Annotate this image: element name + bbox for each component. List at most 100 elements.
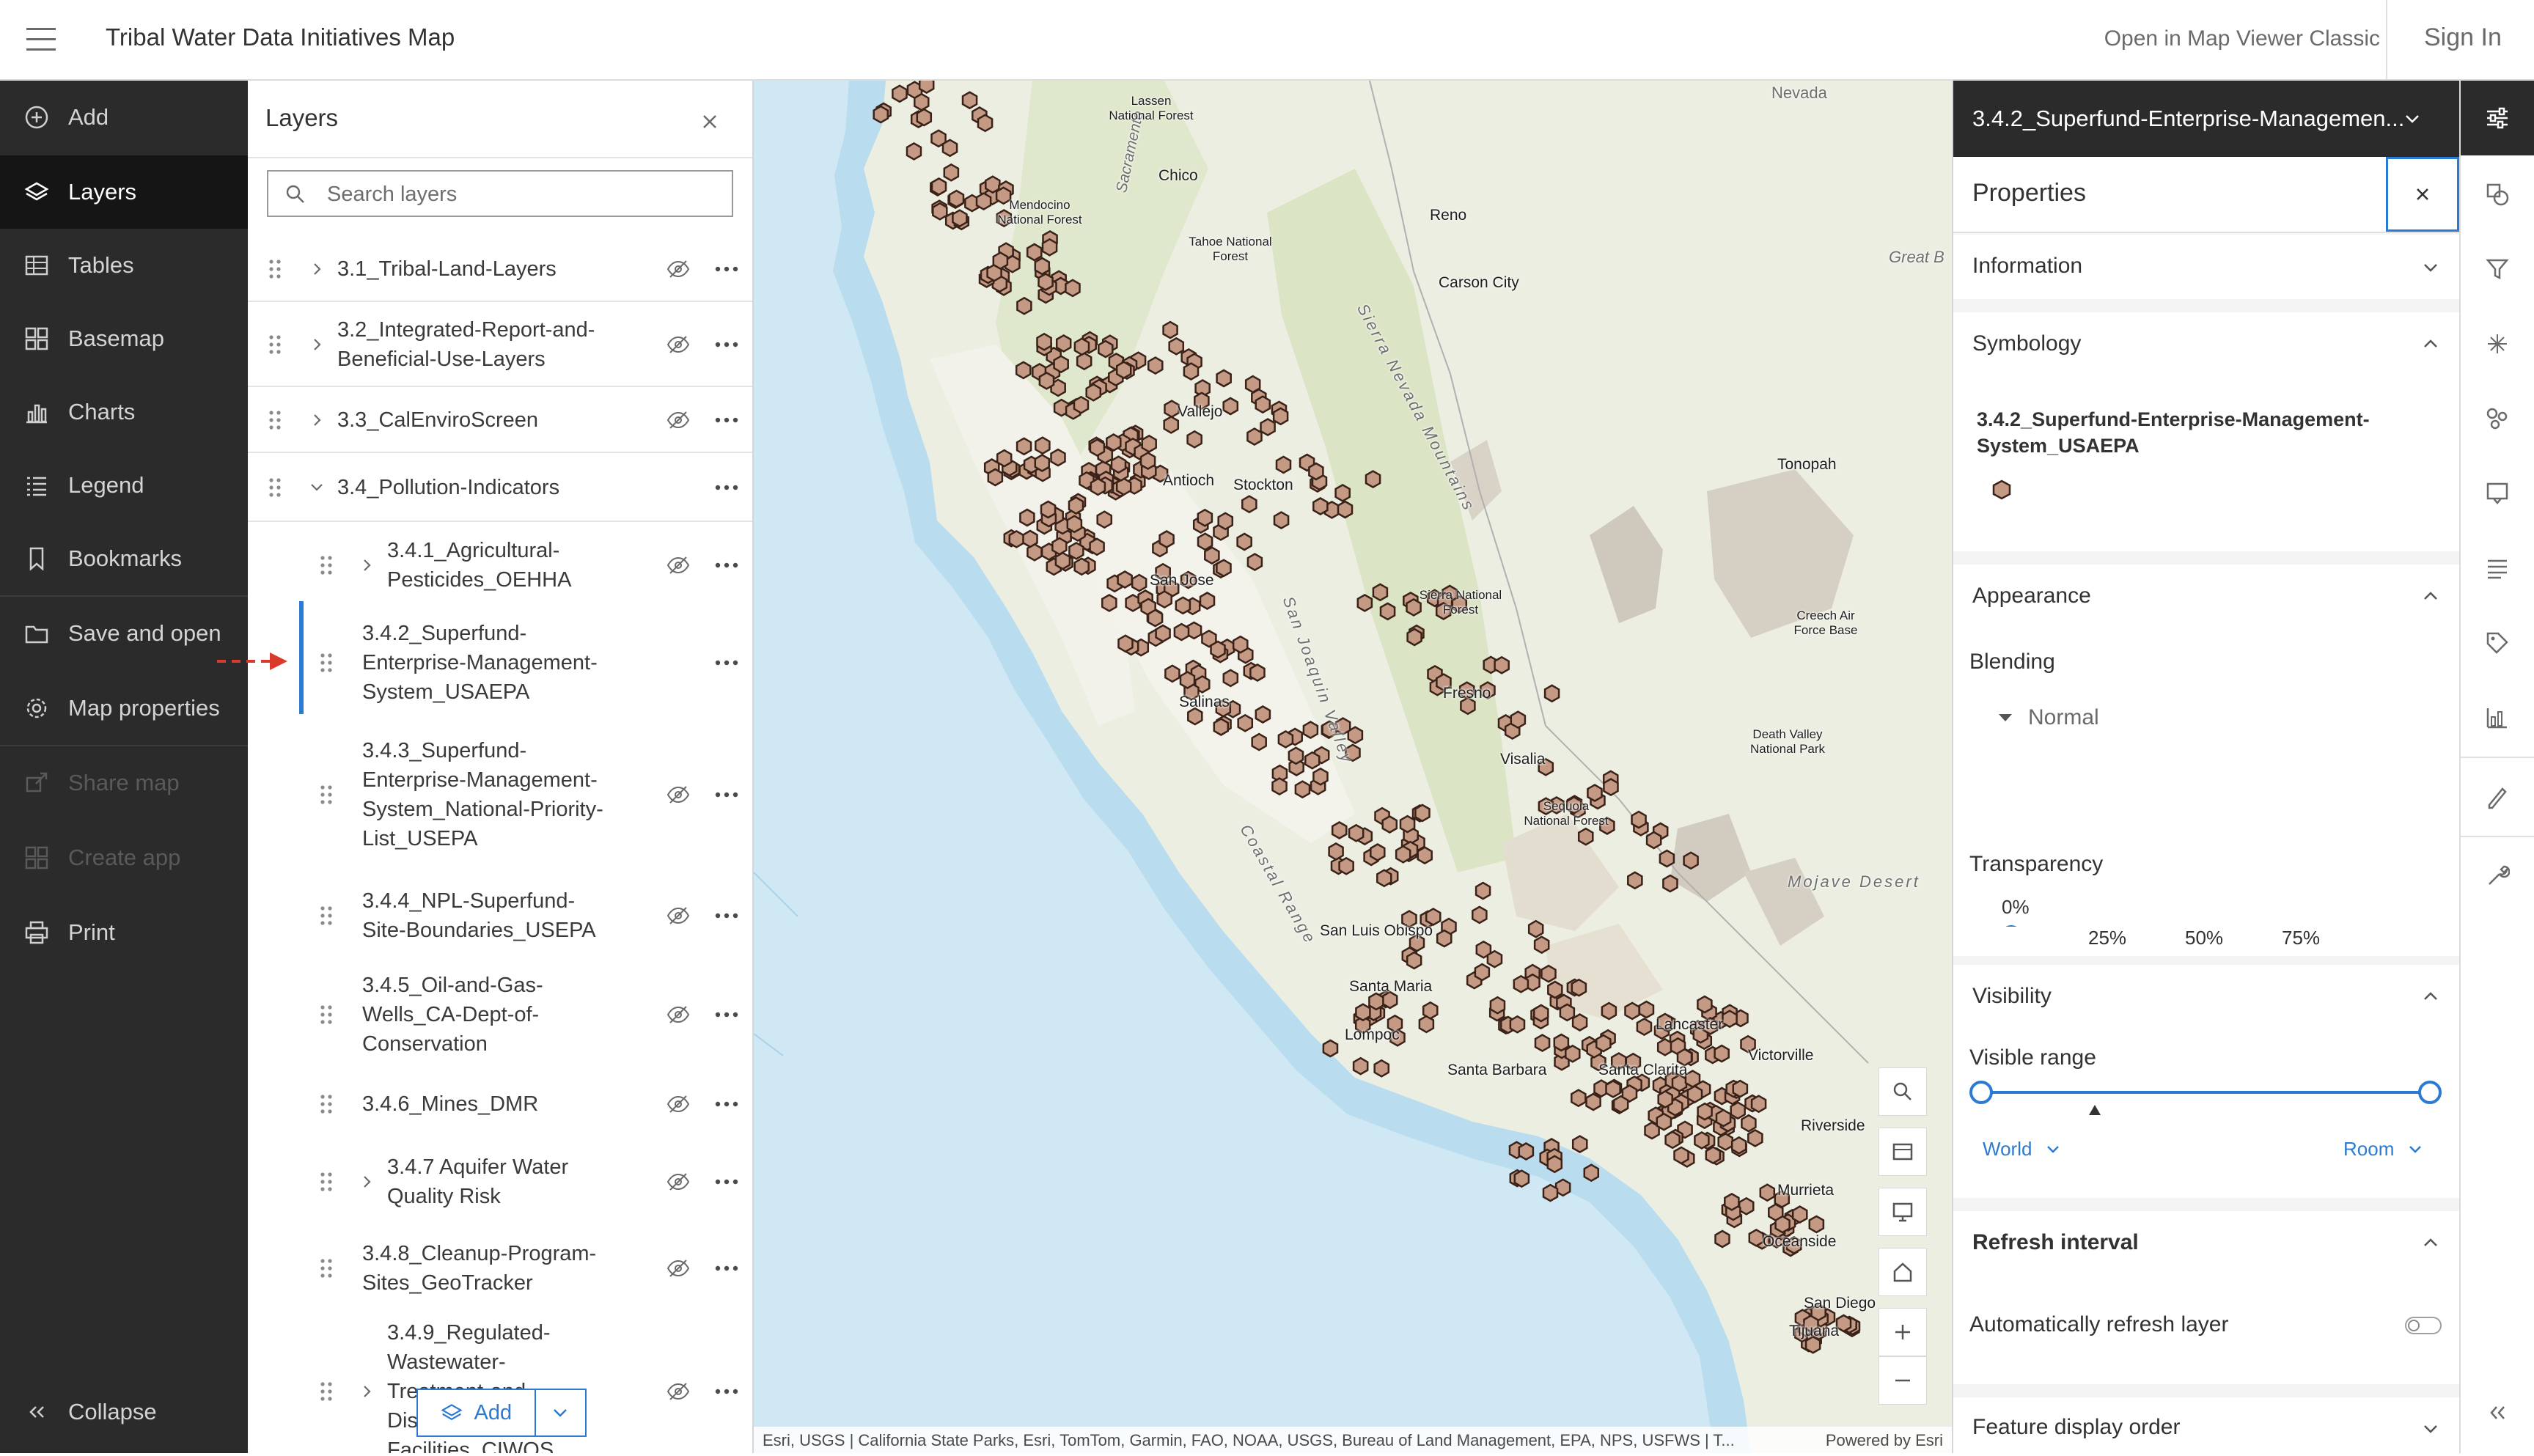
superfund-site-feature[interactable] xyxy=(1356,593,1373,612)
superfund-site-feature[interactable] xyxy=(1038,273,1054,291)
superfund-site-feature[interactable] xyxy=(1722,1010,1738,1029)
layer-row[interactable]: 3.4.7 Aquifer Water Quality Risk xyxy=(248,1138,752,1226)
drag-handle-icon[interactable] xyxy=(268,477,282,499)
add-layer-button[interactable]: Add xyxy=(418,1390,536,1435)
superfund-site-feature[interactable] xyxy=(1222,669,1239,688)
visibility-off-icon[interactable] xyxy=(666,1171,691,1193)
superfund-site-feature[interactable] xyxy=(1066,515,1083,534)
superfund-site-feature[interactable] xyxy=(1352,1056,1369,1076)
action-styles[interactable] xyxy=(2461,157,2534,232)
nav-item-legend[interactable]: Legend xyxy=(0,449,248,522)
superfund-site-feature[interactable] xyxy=(1612,1095,1629,1114)
superfund-site-feature[interactable] xyxy=(1131,573,1147,592)
superfund-site-feature[interactable] xyxy=(948,189,965,208)
superfund-site-feature[interactable] xyxy=(1475,881,1491,900)
superfund-site-feature[interactable] xyxy=(1738,1196,1755,1216)
zoom-in-button[interactable] xyxy=(1879,1308,1927,1356)
visibility-off-icon[interactable] xyxy=(666,1257,691,1279)
superfund-site-feature[interactable] xyxy=(1785,1235,1802,1254)
superfund-site-feature[interactable] xyxy=(1222,397,1239,416)
superfund-site-feature[interactable] xyxy=(961,91,978,110)
superfund-site-feature[interactable] xyxy=(1288,746,1304,765)
superfund-site-feature[interactable] xyxy=(995,186,1012,205)
superfund-site-feature[interactable] xyxy=(1610,1052,1627,1071)
superfund-site-feature[interactable] xyxy=(1277,729,1294,749)
superfund-site-feature[interactable] xyxy=(1702,1017,1719,1035)
action-popups[interactable] xyxy=(2461,456,2534,531)
nav-collapse-button[interactable]: Collapse xyxy=(0,1375,248,1449)
superfund-site-feature[interactable] xyxy=(1694,1130,1710,1150)
chevron-down-icon[interactable] xyxy=(309,480,324,495)
superfund-site-feature[interactable] xyxy=(1417,846,1433,865)
superfund-site-feature[interactable] xyxy=(1158,530,1175,548)
superfund-site-feature[interactable] xyxy=(1376,869,1392,888)
superfund-site-feature[interactable] xyxy=(918,81,935,95)
chevron-right-icon[interactable] xyxy=(359,1174,374,1189)
superfund-site-feature[interactable] xyxy=(1414,804,1431,823)
superfund-site-feature[interactable] xyxy=(1486,949,1503,968)
superfund-site-feature[interactable] xyxy=(1098,339,1114,359)
superfund-site-feature[interactable] xyxy=(1540,964,1557,983)
superfund-site-feature[interactable] xyxy=(892,84,908,103)
powered-by-esri[interactable]: Powered by Esri xyxy=(1826,1431,1943,1450)
superfund-site-feature[interactable] xyxy=(1599,817,1615,835)
superfund-site-feature[interactable] xyxy=(1565,795,1582,815)
superfund-site-feature[interactable] xyxy=(914,92,930,111)
superfund-site-feature[interactable] xyxy=(1050,448,1066,467)
superfund-site-feature[interactable] xyxy=(1139,452,1156,471)
nav-item-add[interactable]: Add xyxy=(0,81,248,154)
visibility-off-icon[interactable] xyxy=(666,258,691,280)
superfund-site-feature[interactable] xyxy=(1187,707,1203,726)
drag-handle-icon[interactable] xyxy=(320,1257,333,1279)
action-properties[interactable] xyxy=(2461,81,2534,155)
superfund-site-feature[interactable] xyxy=(1038,371,1055,390)
superfund-site-feature[interactable] xyxy=(1565,1044,1581,1063)
superfund-site-feature[interactable] xyxy=(1474,963,1491,982)
superfund-site-feature[interactable] xyxy=(1022,529,1038,548)
visibility-off-icon[interactable] xyxy=(666,1004,691,1026)
superfund-site-feature[interactable] xyxy=(932,202,948,221)
open-map-viewer-classic-link[interactable]: Open in Map Viewer Classic xyxy=(2104,26,2380,51)
superfund-site-feature[interactable] xyxy=(1054,551,1071,570)
superfund-site-feature[interactable] xyxy=(1337,500,1354,519)
superfund-site-feature[interactable] xyxy=(1717,1132,1734,1151)
visibility-off-icon[interactable] xyxy=(666,784,691,806)
superfund-site-feature[interactable] xyxy=(1331,821,1348,839)
superfund-site-feature[interactable] xyxy=(1019,508,1035,527)
superfund-site-feature[interactable] xyxy=(1656,1112,1672,1131)
layer-row[interactable]: 3.4.3_Superfund- Enterprise-Management- Sy… xyxy=(248,717,752,872)
superfund-site-feature[interactable] xyxy=(1294,780,1311,799)
action-sketch[interactable] xyxy=(2461,760,2534,834)
superfund-site-feature[interactable] xyxy=(1489,996,1506,1015)
sign-in-button[interactable]: Sign In xyxy=(2424,23,2502,52)
superfund-site-feature[interactable] xyxy=(1106,433,1122,452)
superfund-site-feature[interactable] xyxy=(1246,427,1263,446)
superfund-site-feature[interactable] xyxy=(1406,598,1422,617)
superfund-site-feature[interactable] xyxy=(1543,684,1560,703)
superfund-site-feature[interactable] xyxy=(1302,721,1319,740)
layer-row[interactable]: 3.4_Pollution-Indicators xyxy=(248,453,752,522)
chevron-up-icon[interactable] xyxy=(2423,991,2439,1001)
superfund-site-feature[interactable] xyxy=(1194,391,1210,411)
superfund-site-feature[interactable] xyxy=(1750,1095,1767,1114)
superfund-site-feature[interactable] xyxy=(1577,827,1594,846)
superfund-site-feature[interactable] xyxy=(1638,1000,1655,1019)
auto-refresh-toggle[interactable] xyxy=(2405,1317,2442,1334)
visibility-off-icon[interactable] xyxy=(666,905,691,927)
nav-item-charts[interactable]: Charts xyxy=(0,375,248,449)
superfund-site-feature[interactable] xyxy=(1425,908,1442,927)
basemap-image[interactable] xyxy=(754,81,1952,1453)
superfund-site-feature[interactable] xyxy=(1015,361,1032,380)
chevron-right-icon[interactable] xyxy=(359,558,374,573)
superfund-site-feature[interactable] xyxy=(1073,557,1090,576)
superfund-site-feature[interactable] xyxy=(1215,699,1232,718)
superfund-site-feature[interactable] xyxy=(1322,1039,1339,1058)
superfund-site-feature[interactable] xyxy=(1179,671,1196,690)
nav-item-print[interactable]: Print xyxy=(0,896,248,969)
superfund-site-feature[interactable] xyxy=(1656,1037,1673,1056)
superfund-site-feature[interactable] xyxy=(1534,1034,1551,1053)
superfund-site-feature[interactable] xyxy=(1034,454,1051,472)
more-options-icon[interactable] xyxy=(714,484,739,491)
superfund-site-feature[interactable] xyxy=(1055,334,1072,353)
superfund-site-feature[interactable] xyxy=(1730,1101,1746,1120)
